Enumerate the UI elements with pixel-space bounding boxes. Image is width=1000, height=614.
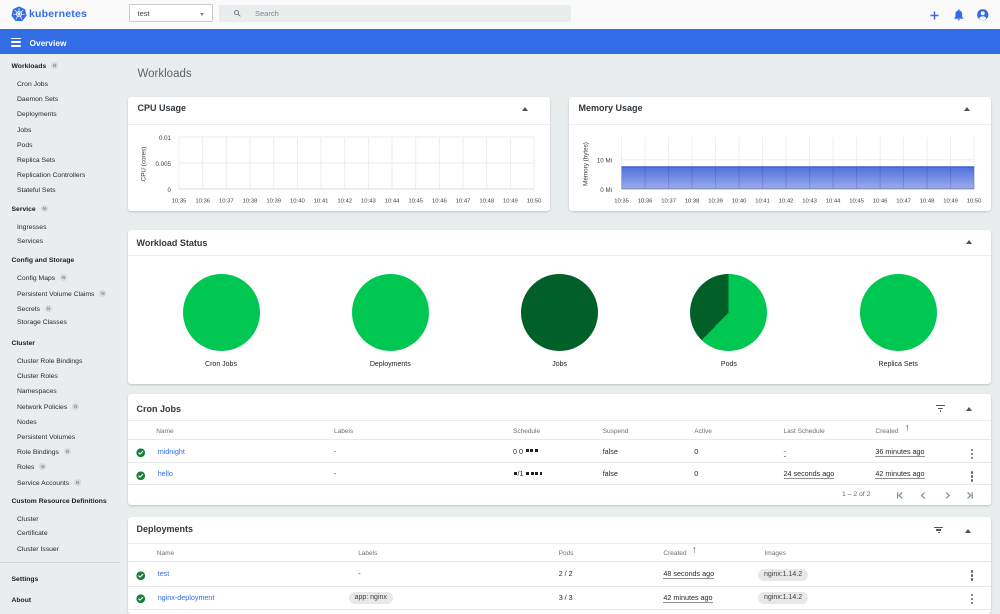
svg-text:10:48: 10:48: [920, 198, 935, 204]
svg-text:10:38: 10:38: [243, 198, 258, 204]
svg-text:10:43: 10:43: [361, 198, 376, 204]
svg-text:10:37: 10:37: [219, 198, 234, 204]
svg-text:10:47: 10:47: [896, 198, 911, 204]
svg-text:10:39: 10:39: [708, 198, 723, 204]
svg-text:10:42: 10:42: [779, 198, 794, 204]
svg-text:0 Mi: 0 Mi: [600, 187, 612, 194]
svg-text:10:41: 10:41: [314, 198, 329, 204]
svg-text:10:44: 10:44: [385, 198, 400, 204]
svg-text:10:35: 10:35: [172, 198, 187, 204]
svg-text:10:37: 10:37: [661, 198, 676, 204]
svg-text:10:49: 10:49: [503, 198, 518, 204]
svg-text:10:50: 10:50: [967, 198, 982, 204]
svg-text:10:42: 10:42: [337, 198, 352, 204]
svg-text:10:45: 10:45: [849, 198, 864, 204]
svg-text:0: 0: [168, 187, 172, 194]
svg-text:10:35: 10:35: [614, 198, 629, 204]
svg-text:10:39: 10:39: [266, 198, 281, 204]
svg-text:10:49: 10:49: [943, 198, 958, 204]
svg-text:10:47: 10:47: [456, 198, 471, 204]
svg-text:10:48: 10:48: [479, 198, 494, 204]
svg-text:0.01: 0.01: [159, 135, 172, 142]
svg-text:10:40: 10:40: [290, 198, 305, 204]
svg-text:10:44: 10:44: [826, 198, 841, 204]
svg-text:10:50: 10:50: [527, 198, 542, 204]
svg-text:0.005: 0.005: [156, 161, 172, 168]
svg-text:10:41: 10:41: [755, 198, 770, 204]
svg-text:10:45: 10:45: [408, 198, 423, 204]
svg-text:10:40: 10:40: [732, 198, 747, 204]
svg-text:10:46: 10:46: [873, 198, 888, 204]
svg-text:10:36: 10:36: [638, 198, 653, 204]
svg-text:10:43: 10:43: [802, 198, 817, 204]
svg-text:10 Mi: 10 Mi: [597, 158, 612, 165]
svg-text:10:36: 10:36: [195, 198, 210, 204]
svg-text:10:46: 10:46: [432, 198, 447, 204]
svg-text:10:38: 10:38: [685, 198, 700, 204]
